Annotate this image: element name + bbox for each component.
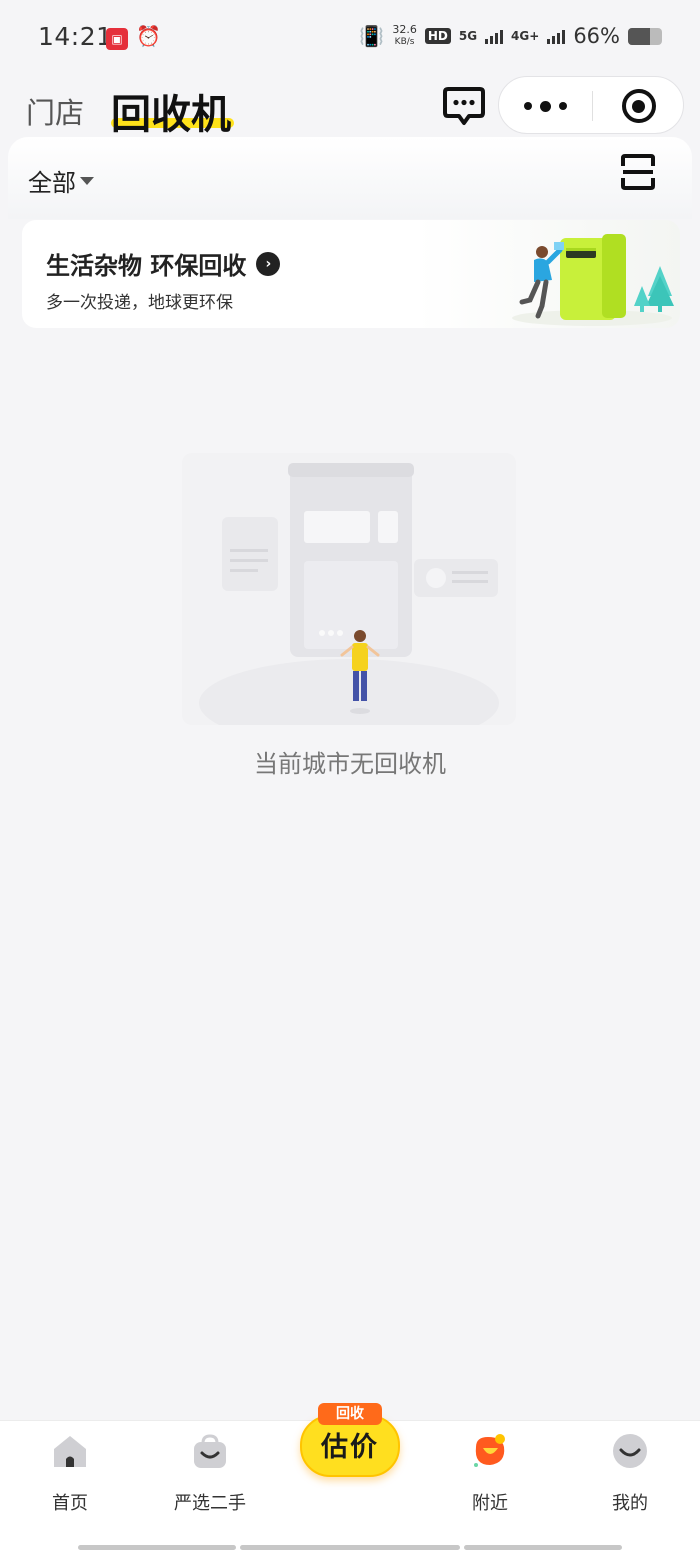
recycle-estimate-button[interactable]: 回收 估价 [296, 1401, 404, 1487]
shopping-bag-icon [194, 1434, 226, 1468]
top-header: 门店 回收机 [0, 76, 700, 138]
tab-home-label: 首页 [52, 1493, 88, 1514]
tab-recycle-label: 回收机 [111, 92, 231, 138]
network-5g-label: 5G [458, 29, 478, 43]
tab-store[interactable]: 门店 [26, 90, 84, 132]
network-4g-label: 4G+ [511, 29, 540, 43]
tab-mine[interactable]: 我的 [580, 1433, 680, 1523]
signal-bars-icon [485, 28, 504, 44]
banner-title-text: 生活杂物 环保回收 [46, 252, 247, 280]
filter-bar: 全部 [8, 137, 692, 219]
app-screen: 14:21 ▣ ⏰ 📳 32.6 KB/s HD 5G 4G+ 66% 门店 回… [0, 0, 700, 1555]
more-dot-icon [540, 100, 551, 112]
empty-state-message: 当前城市无回收机 [254, 750, 446, 778]
banner-title: 生活杂物 环保回收 › [46, 246, 281, 281]
eco-recycle-banner[interactable]: 生活杂物 环保回收 › 多一次投递，地球更环保 [22, 220, 680, 328]
tab-home[interactable]: 首页 [20, 1433, 120, 1523]
filter-all-dropdown[interactable]: 全部 [28, 163, 94, 198]
more-dot-icon [524, 102, 532, 110]
tab-second-hand-label: 严选二手 [174, 1493, 246, 1514]
message-button[interactable] [442, 83, 486, 127]
hd-icon: HD [424, 28, 451, 44]
tab-nearby-label: 附近 [472, 1493, 508, 1514]
bottom-tab-bar: 首页 严选二手 回收 估价 附近 我的 [0, 1403, 700, 1555]
network-speed: 32.6 KB/s [392, 24, 417, 48]
status-bar: 14:21 ▣ ⏰ 📳 32.6 KB/s HD 5G 4G+ 66% [0, 0, 700, 76]
status-time: 14:21 [38, 22, 113, 51]
speed-unit: KB/s [394, 37, 415, 47]
gesture-bar-segment [78, 1545, 236, 1550]
recycle-bin-illustration [512, 234, 674, 326]
tab-nearby[interactable]: 附近 [440, 1433, 540, 1523]
scan-button[interactable] [620, 153, 656, 191]
recycle-badge: 回收 [318, 1403, 382, 1425]
empty-state-illustration [182, 453, 516, 725]
nearby-smile-icon [474, 1434, 505, 1467]
filter-all-label: 全部 [28, 169, 76, 197]
vibrate-icon: 📳 [359, 24, 385, 48]
home-icon [54, 1436, 86, 1467]
app-notification-icon: ▣ [106, 28, 128, 50]
mini-program-capsule [498, 76, 684, 134]
status-indicators: 📳 32.6 KB/s HD 5G 4G+ 66% [359, 24, 662, 48]
battery-fill [628, 27, 651, 45]
scan-icon [621, 154, 655, 190]
more-button[interactable] [499, 77, 592, 135]
chat-bubble-icon [443, 87, 485, 125]
profile-smile-icon [613, 1434, 647, 1468]
speed-value: 32.6 [392, 23, 417, 36]
alarm-icon: ⏰ [136, 24, 161, 48]
signal-bars-icon-2 [547, 28, 566, 44]
close-mini-program-button[interactable] [592, 77, 685, 135]
dropdown-triangle-icon [80, 176, 94, 185]
more-dot-icon [559, 102, 567, 110]
tab-recycle-machine[interactable]: 回收机 [111, 82, 231, 140]
tab-second-hand[interactable]: 严选二手 [160, 1433, 260, 1523]
gesture-bar-segment [240, 1545, 460, 1550]
tab-mine-label: 我的 [612, 1493, 648, 1514]
banner-subtitle: 多一次投递，地球更环保 [46, 293, 233, 313]
gesture-bar-segment [464, 1545, 622, 1550]
target-circle-icon [621, 89, 656, 123]
chevron-right-icon: › [256, 251, 281, 276]
battery-icon [628, 27, 662, 45]
battery-percent: 66% [573, 24, 620, 48]
